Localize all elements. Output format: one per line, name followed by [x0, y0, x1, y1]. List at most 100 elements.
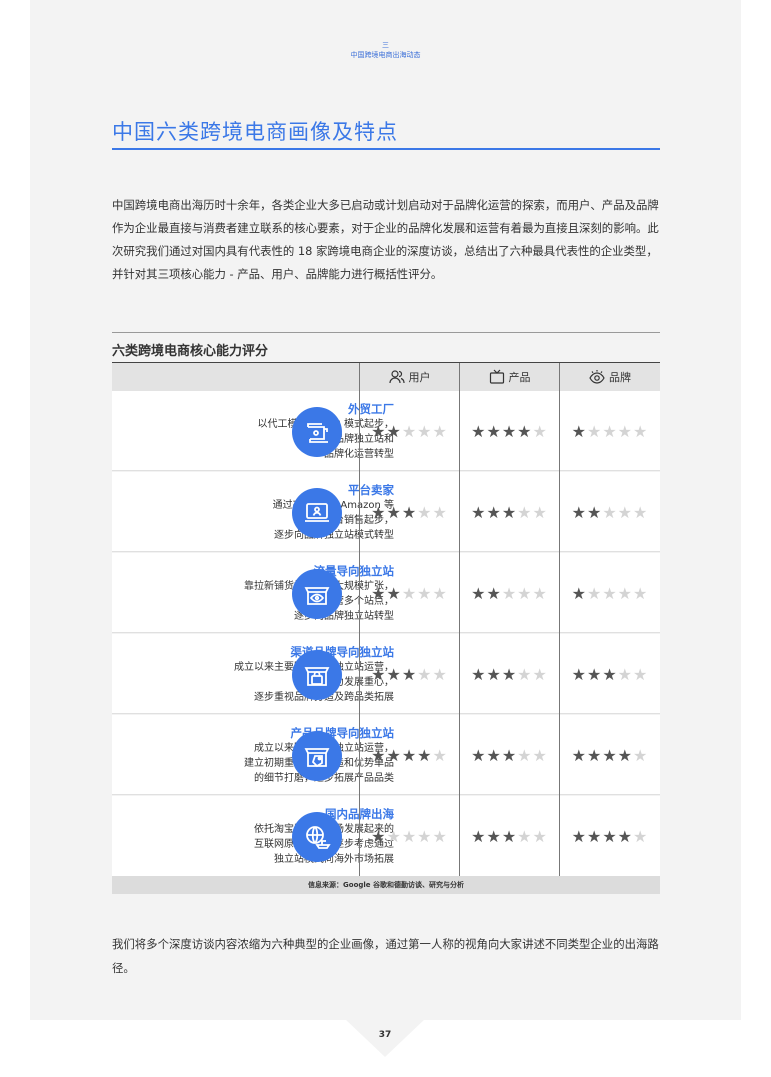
- star-empty-icon: ★: [633, 664, 649, 684]
- row-icon-badge: [292, 569, 342, 619]
- rating-product: ★ ★ ★ ★ ★: [460, 472, 559, 552]
- star-filled-icon: ★: [386, 421, 402, 441]
- page-number: 37: [378, 1030, 392, 1040]
- rating-users: ★ ★ ★ ★ ★: [360, 634, 459, 714]
- star-empty-icon: ★: [386, 826, 402, 846]
- star-filled-icon: ★: [471, 583, 487, 603]
- column-header-brand: 品牌: [560, 363, 660, 391]
- star-filled-icon: ★: [586, 664, 603, 684]
- star-empty-icon: ★: [617, 421, 634, 441]
- rating-users: ★ ★ ★ ★ ★: [360, 391, 459, 471]
- star-empty-icon: ★: [401, 421, 418, 441]
- star-empty-icon: ★: [633, 583, 649, 603]
- column-divider: [359, 363, 360, 877]
- column-header-label: 产品: [508, 371, 531, 384]
- row-icon-badge: [292, 407, 342, 457]
- star-empty-icon: ★: [417, 664, 433, 684]
- eye-icon: [589, 370, 605, 384]
- table-title: 六类跨境电商核心能力评分: [112, 344, 269, 359]
- column-header-product: 产品: [460, 363, 559, 391]
- rating-brand: ★ ★ ★ ★ ★: [560, 796, 660, 876]
- star-empty-icon: ★: [633, 502, 649, 522]
- rating-brand: ★ ★ ★ ★ ★: [560, 553, 660, 633]
- row-icon-badge: [292, 650, 342, 700]
- star-filled-icon: ★: [371, 502, 387, 522]
- star-empty-icon: ★: [633, 421, 649, 441]
- tv-icon: [489, 369, 504, 384]
- table-header-row: 用户 产品 品牌: [112, 363, 660, 391]
- rating-product: ★ ★ ★ ★ ★: [460, 796, 559, 876]
- store-tag-icon: [304, 748, 330, 768]
- star-filled-icon: ★: [501, 745, 518, 765]
- star-filled-icon: ★: [401, 664, 418, 684]
- star-filled-icon: ★: [386, 502, 402, 522]
- intro-paragraph: 中国跨境电商出海历时十余年，各类企业大多已启动或计划启动对于品牌化运营的探索，而…: [112, 198, 659, 281]
- star-empty-icon: ★: [432, 745, 448, 765]
- star-empty-icon: ★: [401, 826, 418, 846]
- row-icon-badge: [292, 731, 342, 781]
- star-empty-icon: ★: [417, 502, 433, 522]
- star-filled-icon: ★: [486, 664, 502, 684]
- star-empty-icon: ★: [602, 583, 618, 603]
- star-filled-icon: ★: [517, 421, 533, 441]
- rating-brand: ★ ★ ★ ★ ★: [560, 391, 660, 471]
- star-empty-icon: ★: [532, 664, 548, 684]
- star-empty-icon: ★: [532, 502, 548, 522]
- outro-paragraph: 我们将多个深度访谈内容浓缩为六种典型的企业画像，通过第一人称的视角向大家讲述不同…: [112, 937, 659, 975]
- section-header: 三 中国跨境电商出海动态: [0, 40, 771, 60]
- star-filled-icon: ★: [617, 745, 634, 765]
- star-filled-icon: ★: [486, 421, 502, 441]
- table-row: 国内品牌出海 依托淘宝及国内市场发展起来的 互联网原生品牌，逐步考虑通过 独立站…: [112, 796, 660, 876]
- star-filled-icon: ★: [471, 826, 487, 846]
- section-mark: 三: [382, 41, 389, 49]
- star-filled-icon: ★: [571, 826, 587, 846]
- star-empty-icon: ★: [532, 826, 548, 846]
- rating-product: ★ ★ ★ ★ ★: [460, 553, 559, 633]
- title-divider: [112, 148, 660, 150]
- table-row: 产品品牌导向独立站 成立以来围绕单个独立站运营， 建立初期重视品牌打造和优势单品…: [112, 715, 660, 795]
- star-empty-icon: ★: [417, 583, 433, 603]
- column-header-label: 品牌: [609, 371, 631, 384]
- table-row: 平台卖家 通过在 ebay、Amazon 等 第三方平台销售起步， 逐步向品牌独…: [112, 472, 660, 552]
- star-filled-icon: ★: [486, 583, 502, 603]
- star-empty-icon: ★: [617, 502, 634, 522]
- star-empty-icon: ★: [501, 583, 518, 603]
- star-filled-icon: ★: [371, 583, 387, 603]
- store-eye-icon: [304, 587, 330, 605]
- star-filled-icon: ★: [486, 826, 502, 846]
- star-filled-icon: ★: [602, 664, 618, 684]
- rating-users: ★ ★ ★ ★ ★: [360, 796, 459, 876]
- sewing-machine-icon: [307, 423, 328, 443]
- star-filled-icon: ★: [471, 745, 487, 765]
- star-empty-icon: ★: [432, 421, 448, 441]
- star-empty-icon: ★: [602, 502, 618, 522]
- rating-users: ★ ★ ★ ★ ★: [360, 472, 459, 552]
- rating-product: ★ ★ ★ ★ ★: [460, 634, 559, 714]
- star-empty-icon: ★: [417, 826, 433, 846]
- star-empty-icon: ★: [517, 745, 533, 765]
- star-filled-icon: ★: [586, 502, 603, 522]
- table-row: 流量导向独立站 靠拉新铺货模式快速大规模扩张， 运营多个站点， 逐步向品牌独立站…: [112, 553, 660, 633]
- star-filled-icon: ★: [471, 664, 487, 684]
- row-icon-badge: [292, 488, 342, 538]
- globe-ship-icon: [306, 826, 331, 849]
- rating-brand: ★ ★ ★ ★ ★: [560, 634, 660, 714]
- star-filled-icon: ★: [386, 664, 402, 684]
- star-empty-icon: ★: [517, 826, 533, 846]
- table-top-divider: [112, 332, 660, 333]
- star-empty-icon: ★: [401, 583, 418, 603]
- star-filled-icon: ★: [486, 745, 502, 765]
- laptop-user-icon: [305, 503, 329, 522]
- star-filled-icon: ★: [586, 745, 603, 765]
- column-header-users: 用户: [360, 363, 459, 391]
- star-empty-icon: ★: [432, 664, 448, 684]
- star-empty-icon: ★: [633, 826, 649, 846]
- star-filled-icon: ★: [571, 664, 587, 684]
- rating-product: ★ ★ ★ ★ ★: [460, 391, 559, 471]
- star-filled-icon: ★: [602, 745, 618, 765]
- rating-brand: ★ ★ ★ ★ ★: [560, 472, 660, 552]
- store-bag-icon: [304, 667, 330, 686]
- star-empty-icon: ★: [517, 583, 533, 603]
- star-filled-icon: ★: [471, 421, 487, 441]
- star-filled-icon: ★: [571, 421, 587, 441]
